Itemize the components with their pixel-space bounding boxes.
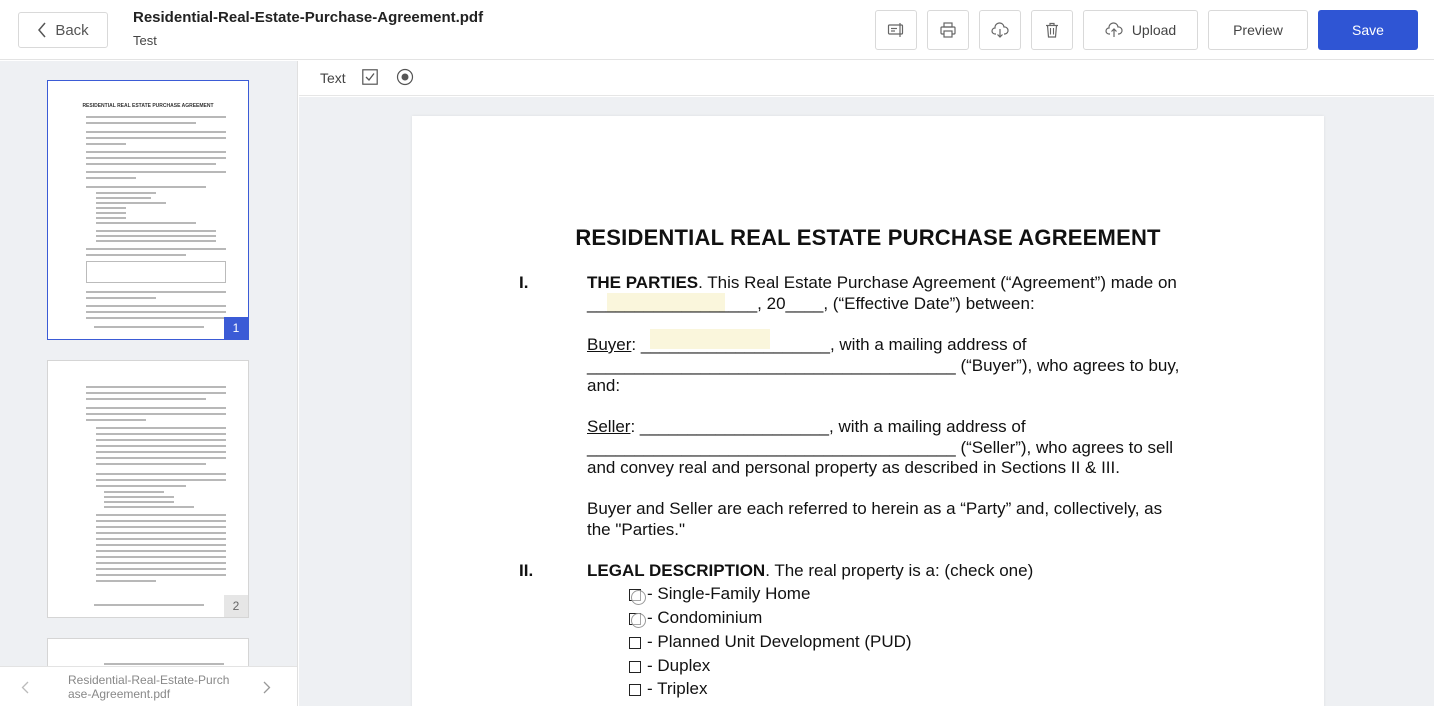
field-toolbar: Text	[299, 61, 1434, 96]
page-number-badge: 1	[224, 317, 248, 339]
trash-icon	[1046, 22, 1058, 38]
page-thumbnail-1[interactable]: RESIDENTIAL REAL ESTATE PURCHASE AGREEME…	[47, 80, 249, 340]
paragraph-text: the "Parties."	[587, 520, 686, 539]
paragraph-text: __________________, 20____, (“Effective …	[587, 294, 1035, 313]
printer-icon	[940, 22, 956, 38]
print-button[interactable]	[927, 10, 969, 50]
paragraph-text: _______________________________________ …	[587, 438, 1174, 457]
edit-fields-icon	[887, 23, 904, 37]
checkbox-duplex[interactable]	[629, 661, 641, 673]
upload-button[interactable]: Upload	[1083, 10, 1198, 50]
paragraph-text: and:	[587, 376, 621, 395]
paragraph-text: . This Real Estate Purchase Agreement (“…	[698, 273, 1177, 292]
back-label: Back	[55, 21, 89, 39]
file-title: Residential-Real-Estate-Purchase-Agreeme…	[133, 9, 484, 26]
seller-label: Seller	[587, 417, 631, 436]
previous-file-button[interactable]	[5, 667, 45, 706]
checkbox-field-marker[interactable]	[631, 590, 646, 605]
cloud-download-icon	[991, 22, 1009, 38]
download-button[interactable]	[979, 10, 1021, 50]
paragraph-text: _______________________________________ …	[587, 356, 1180, 375]
paragraph-text: : ____________________, with a mailing a…	[631, 335, 1027, 354]
preview-button[interactable]: Preview	[1208, 10, 1308, 50]
option-label: - Condominium	[647, 608, 763, 627]
checkbox-tool-icon[interactable]	[362, 69, 378, 85]
page-thumbnail-2[interactable]: 2	[47, 360, 249, 618]
thumbnail-mini-title: RESIDENTIAL REAL ESTATE PURCHASE AGREEME…	[82, 103, 214, 109]
chevron-left-icon	[38, 22, 46, 38]
section-number: I.	[519, 273, 529, 292]
page-number-badge: 2	[224, 595, 248, 617]
edit-fields-button[interactable]	[875, 10, 917, 50]
option-label: - Single-Family Home	[647, 584, 811, 603]
top-toolbar: Back Residential-Real-Estate-Purchase-Ag…	[0, 0, 1434, 60]
current-file-name: Residential-Real-Estate-Purchase-Agreeme…	[68, 673, 230, 701]
option-label: - Duplex	[647, 656, 711, 675]
section-heading: THE PARTIES	[587, 273, 699, 292]
checkbox-pud[interactable]	[629, 637, 641, 649]
cloud-upload-icon	[1105, 22, 1123, 37]
option-label: - Planned Unit Development (PUD)	[647, 632, 912, 651]
page-thumbnails-sidebar[interactable]: RESIDENTIAL REAL ESTATE PURCHASE AGREEME…	[0, 61, 298, 706]
back-button[interactable]: Back	[18, 12, 108, 48]
checkbox-field-marker[interactable]	[631, 613, 646, 628]
sidebar-pagination: Residential-Real-Estate-Purchase-Agreeme…	[0, 666, 297, 706]
save-button[interactable]: Save	[1318, 10, 1418, 50]
chevron-right-icon	[263, 681, 271, 693]
paragraph-text: and convey real and personal property as…	[587, 458, 1120, 477]
paragraph-text: : ____________________, with a mailing a…	[630, 417, 1026, 436]
document-viewer[interactable]: RESIDENTIAL REAL ESTATE PURCHASE AGREEME…	[299, 97, 1434, 706]
next-file-button[interactable]	[247, 667, 287, 706]
chevron-left-icon	[21, 681, 29, 693]
paragraph-text: Buyer and Seller are each referred to he…	[587, 499, 1163, 518]
delete-button[interactable]	[1031, 10, 1073, 50]
section-number: II.	[519, 561, 534, 580]
paragraph-text: . The real property is a: (check one)	[765, 561, 1034, 580]
text-field-tool[interactable]: Text	[320, 70, 346, 86]
buyer-label: Buyer	[587, 335, 632, 354]
section-heading: LEGAL DESCRIPTION	[587, 561, 766, 580]
radio-tool-icon[interactable]	[396, 68, 414, 86]
document-title: RESIDENTIAL REAL ESTATE PURCHASE AGREEME…	[575, 225, 1161, 250]
option-label: - Triplex	[647, 679, 708, 698]
checkbox-triplex[interactable]	[629, 684, 641, 696]
upload-label: Upload	[1131, 22, 1177, 38]
document-page: RESIDENTIAL REAL ESTATE PURCHASE AGREEME…	[412, 116, 1324, 706]
file-subtitle: Test	[133, 33, 157, 48]
